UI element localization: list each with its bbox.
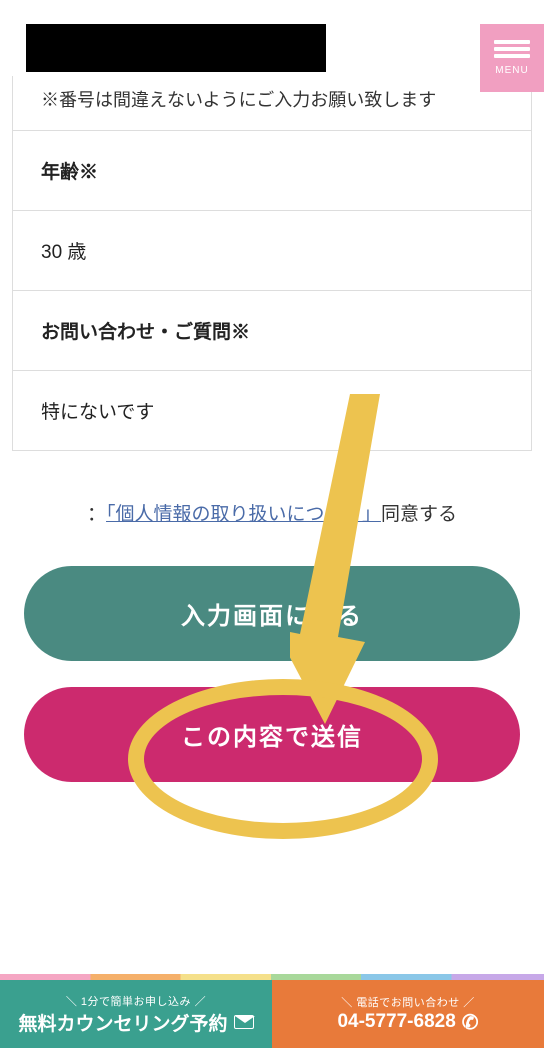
- cta-left-top: ＼ 1分で簡単お申し込み ／: [66, 993, 206, 1009]
- mail-icon: [234, 1015, 254, 1029]
- hamburger-line: [494, 54, 530, 58]
- inquiry-value: 特にないです: [12, 371, 532, 451]
- hamburger-line: [494, 40, 530, 44]
- phone-note: ※番号は間違えないようにご入力お願い致します: [12, 76, 532, 131]
- redacted-field: [26, 24, 326, 72]
- menu-label: MENU: [495, 65, 528, 76]
- cta-phone[interactable]: ＼ 電話でお問い合わせ ／ 04-5777-6828 ✆: [272, 980, 544, 1048]
- form-confirmation: ※番号は間違えないようにご入力お願い致します 年齢※ 30 歳 お問い合わせ・ご…: [0, 24, 544, 782]
- age-label: 年齢※: [12, 131, 532, 211]
- phone-icon: ✆: [462, 1010, 479, 1035]
- inquiry-label: お問い合わせ・ご質問※: [12, 291, 532, 371]
- cta-right-top: ＼ 電話でお問い合わせ ／: [341, 994, 475, 1010]
- consent-suffix: 同意する: [381, 504, 457, 525]
- submit-button[interactable]: この内容で送信: [24, 687, 520, 782]
- privacy-policy-link[interactable]: 「個人情報の取り扱いについて」: [106, 504, 381, 525]
- hamburger-line: [494, 47, 530, 51]
- consent-prefix: ：: [87, 504, 106, 525]
- age-number: 30: [41, 242, 62, 263]
- footer-cta: ＼ 1分で簡単お申し込み ／ 無料カウンセリング予約 ＼ 電話でお問い合わせ ／…: [0, 980, 544, 1048]
- cta-left-text: 無料カウンセリング予約: [18, 1009, 227, 1036]
- cta-counseling[interactable]: ＼ 1分で簡単お申し込み ／ 無料カウンセリング予約: [0, 980, 272, 1048]
- cta-left-bottom: 無料カウンセリング予約: [18, 1009, 253, 1036]
- cta-right-bottom: 04-5777-6828 ✆: [337, 1010, 478, 1035]
- age-unit: 歳: [67, 242, 86, 263]
- menu-button[interactable]: MENU: [480, 24, 544, 92]
- cta-right-text: 04-5777-6828: [337, 1011, 455, 1033]
- back-button[interactable]: 入力画面に戻る: [24, 566, 520, 661]
- consent-line: ：「個人情報の取り扱いについて」同意する: [12, 499, 532, 526]
- age-value: 30 歳: [12, 211, 532, 291]
